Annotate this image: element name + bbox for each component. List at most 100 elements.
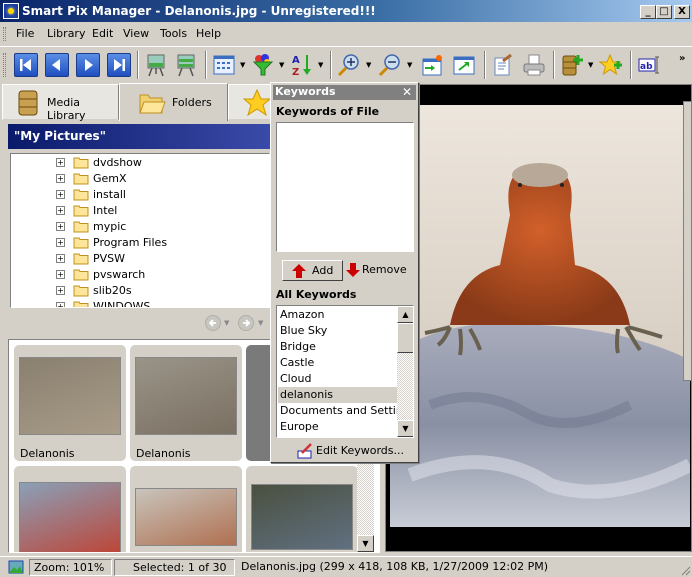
previous-icon xyxy=(52,59,60,71)
lizard-photo xyxy=(390,105,690,527)
close-icon[interactable]: ✕ xyxy=(402,85,412,99)
expand-icon[interactable]: + xyxy=(56,174,65,183)
thumbnail-item[interactable] xyxy=(130,466,242,552)
add-to-library-dropdown-icon[interactable]: ▼ xyxy=(588,61,593,69)
toolbar-separator xyxy=(630,51,632,79)
edit-properties-button[interactable] xyxy=(491,53,515,77)
tab-folders[interactable]: Folders xyxy=(119,83,228,121)
expand-icon[interactable]: + xyxy=(56,302,65,307)
image-viewer[interactable] xyxy=(385,84,692,552)
keyword-item[interactable]: Documents and Settings xyxy=(278,403,413,419)
properties-panel-collapsed[interactable] xyxy=(683,101,692,381)
menu-edit[interactable]: Edit xyxy=(92,27,113,40)
view-mode-dropdown-icon[interactable]: ▼ xyxy=(240,61,245,69)
last-button[interactable] xyxy=(107,53,131,77)
expand-icon[interactable]: + xyxy=(56,222,65,231)
status-file-info: Delanonis.jpg (299 x 418, 108 KB, 1/27/2… xyxy=(241,560,549,573)
sort-dropdown-icon[interactable]: ▼ xyxy=(318,61,323,69)
view-mode-button[interactable] xyxy=(212,53,236,77)
remove-keyword-button[interactable]: Remove xyxy=(345,260,407,281)
thumbnail-item[interactable]: Delanonis xyxy=(14,345,126,461)
folder-icon xyxy=(73,221,89,233)
expand-icon[interactable]: + xyxy=(56,190,65,199)
back-dropdown-icon[interactable]: ▼ xyxy=(224,319,229,327)
scroll-down-button[interactable]: ▼ xyxy=(357,535,374,552)
add-keyword-button[interactable]: Add xyxy=(282,260,343,281)
next-button[interactable] xyxy=(76,53,100,77)
expand-icon[interactable]: + xyxy=(56,286,65,295)
svg-text:Z: Z xyxy=(292,67,299,77)
minimize-button[interactable]: _ xyxy=(640,5,656,19)
slideshow-button[interactable] xyxy=(144,53,168,77)
toolbar-separator xyxy=(137,51,139,79)
first-button[interactable] xyxy=(14,53,38,77)
path-header: "My Pictures" xyxy=(8,124,270,149)
expand-icon[interactable]: + xyxy=(56,206,65,215)
library-barrel-icon xyxy=(18,90,38,116)
maximize-button[interactable]: □ xyxy=(656,5,672,19)
add-favorite-button[interactable] xyxy=(598,53,623,77)
filter-dropdown-icon[interactable]: ▼ xyxy=(279,61,284,69)
sort-button[interactable]: AZ xyxy=(290,53,314,78)
scroll-down-button[interactable]: ▼ xyxy=(397,420,413,437)
thumbnail-image xyxy=(135,357,237,435)
add-to-library-button[interactable] xyxy=(560,53,584,77)
keywords-scrollbar[interactable]: ▲ ▼ xyxy=(397,306,413,437)
menu-library[interactable]: Library xyxy=(47,27,85,40)
expand-icon[interactable]: + xyxy=(56,270,65,279)
scroll-thumb[interactable] xyxy=(397,323,413,353)
keyword-item[interactable]: Europe xyxy=(278,419,399,435)
file-keywords-list[interactable] xyxy=(276,122,414,252)
back-button[interactable] xyxy=(205,315,221,331)
toolbar-overflow-button[interactable]: » xyxy=(679,53,685,64)
thumbnail-item[interactable] xyxy=(14,466,126,552)
import-button[interactable] xyxy=(420,53,444,77)
thumbnail-caption: Delanonis xyxy=(136,447,191,460)
keyword-item[interactable]: Cloud xyxy=(278,371,399,387)
svg-text:A: A xyxy=(292,55,300,66)
keyword-item[interactable]: Blue Sky xyxy=(278,323,399,339)
previous-button[interactable] xyxy=(45,53,69,77)
expand-icon[interactable]: + xyxy=(56,254,65,263)
last-icon xyxy=(114,59,125,71)
folder-tree[interactable]: + dvdshow + GemX + install + Intel + mypic + P… xyxy=(10,153,270,308)
rename-icon: ab xyxy=(638,56,659,74)
resize-grip-icon[interactable] xyxy=(680,565,691,576)
zoom-out-dropdown-icon[interactable]: ▼ xyxy=(407,61,412,69)
rename-button[interactable]: ab xyxy=(637,53,661,77)
keyword-item-selected[interactable]: delanonis xyxy=(278,387,399,403)
menu-help[interactable]: Help xyxy=(196,27,221,40)
keyword-item[interactable]: Bridge xyxy=(278,339,399,355)
forward-dropdown-icon[interactable]: ▼ xyxy=(258,319,263,327)
forward-button[interactable] xyxy=(238,315,254,331)
print-icon xyxy=(523,54,545,76)
expand-icon[interactable]: + xyxy=(56,158,65,167)
close-button[interactable]: X xyxy=(674,5,690,19)
tab-favorites[interactable] xyxy=(228,84,272,120)
slideshow-multi-button[interactable] xyxy=(174,53,198,77)
remove-label: Remove xyxy=(362,263,407,276)
zoom-out-button[interactable] xyxy=(378,53,402,77)
scroll-up-button[interactable]: ▲ xyxy=(397,306,413,323)
zoom-in-dropdown-icon[interactable]: ▼ xyxy=(366,61,371,69)
keyword-item[interactable]: Amazon xyxy=(278,307,399,323)
toolbar-grip xyxy=(3,53,6,77)
all-keywords-list[interactable]: Amazon Blue Sky Bridge Castle Cloud dela… xyxy=(276,305,414,438)
open-external-button[interactable] xyxy=(452,53,476,77)
add-label: Add xyxy=(312,264,334,277)
expand-icon[interactable]: + xyxy=(56,238,65,247)
keyword-item[interactable]: Castle xyxy=(278,355,399,371)
import-icon xyxy=(422,55,442,76)
menu-view[interactable]: View xyxy=(123,27,149,40)
tab-media-library[interactable]: Media Library xyxy=(2,84,119,122)
favorites-star-icon xyxy=(243,89,271,117)
thumbnail-item[interactable] xyxy=(246,466,358,552)
folder-icon xyxy=(73,157,89,169)
menu-tools[interactable]: Tools xyxy=(160,27,187,40)
menu-file[interactable]: File xyxy=(16,27,34,40)
filter-button[interactable] xyxy=(251,53,275,77)
folder-icon xyxy=(73,269,89,281)
thumbnail-item[interactable]: Delanonis xyxy=(130,345,242,461)
zoom-in-button[interactable] xyxy=(337,53,361,77)
print-button[interactable] xyxy=(522,53,546,77)
